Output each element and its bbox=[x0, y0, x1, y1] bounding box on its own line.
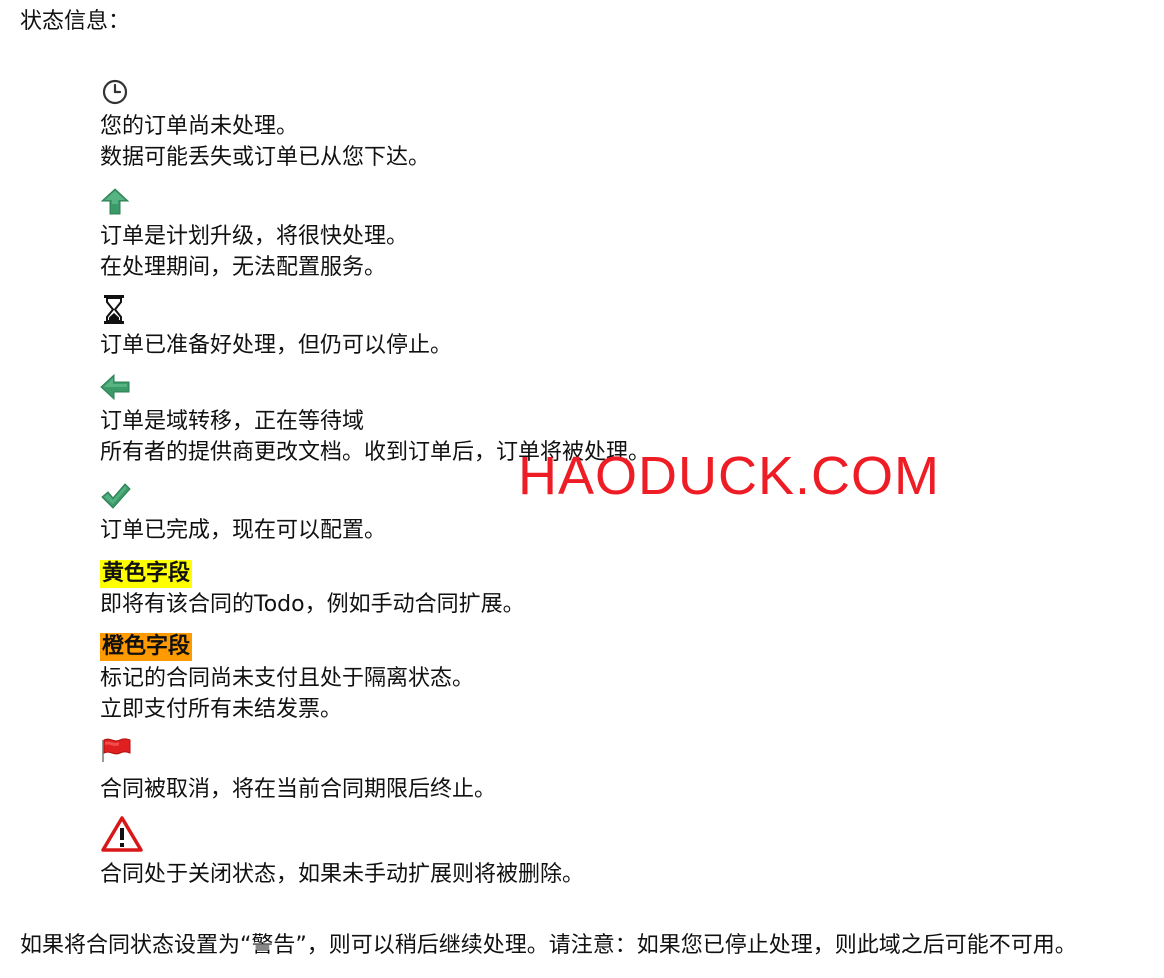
status-text: 数据可能丢失或订单已从您下达。 bbox=[100, 145, 431, 170]
field-text: 标记的合同尚未支付且处于隔离状态。 bbox=[100, 666, 475, 691]
yellow-field-label: 黄色字段 bbox=[100, 560, 193, 588]
clock-icon bbox=[102, 79, 128, 105]
hourglass-icon bbox=[104, 295, 124, 324]
contract-text: 合同被取消，将在当前合同期限后终止。 bbox=[100, 777, 497, 802]
field-text: 立即支付所有未结发票。 bbox=[100, 697, 343, 722]
status-text: 您的订单尚未处理。 bbox=[100, 114, 299, 139]
status-text: 订单已准备好处理，但仍可以停止。 bbox=[100, 333, 453, 358]
field-text: 即将有该合同的Todo，例如手动合同扩展。 bbox=[100, 592, 525, 617]
arrow-left-icon bbox=[100, 373, 130, 401]
red-flag-icon bbox=[102, 738, 131, 762]
arrow-up-icon bbox=[100, 188, 130, 215]
contract-text: 合同处于关闭状态，如果未手动扩展则将被删除。 bbox=[100, 862, 585, 887]
status-text: 订单是域转移，正在等待域 bbox=[100, 409, 365, 434]
warning-triangle-icon bbox=[101, 816, 143, 852]
checkmark-icon bbox=[101, 483, 131, 509]
watermark: HAODUCK.COM bbox=[518, 446, 941, 506]
footer-note: 如果将合同状态设置为“警告”，则可以稍后继续处理。请注意：如果您已停止处理，则此… bbox=[20, 933, 1077, 958]
status-text: 订单已完成，现在可以配置。 bbox=[100, 518, 387, 543]
orange-field-label: 橙色字段 bbox=[100, 633, 193, 661]
status-text: 订单是计划升级，将很快处理。 bbox=[100, 224, 409, 249]
status-text: 在处理期间，无法配置服务。 bbox=[100, 255, 387, 280]
